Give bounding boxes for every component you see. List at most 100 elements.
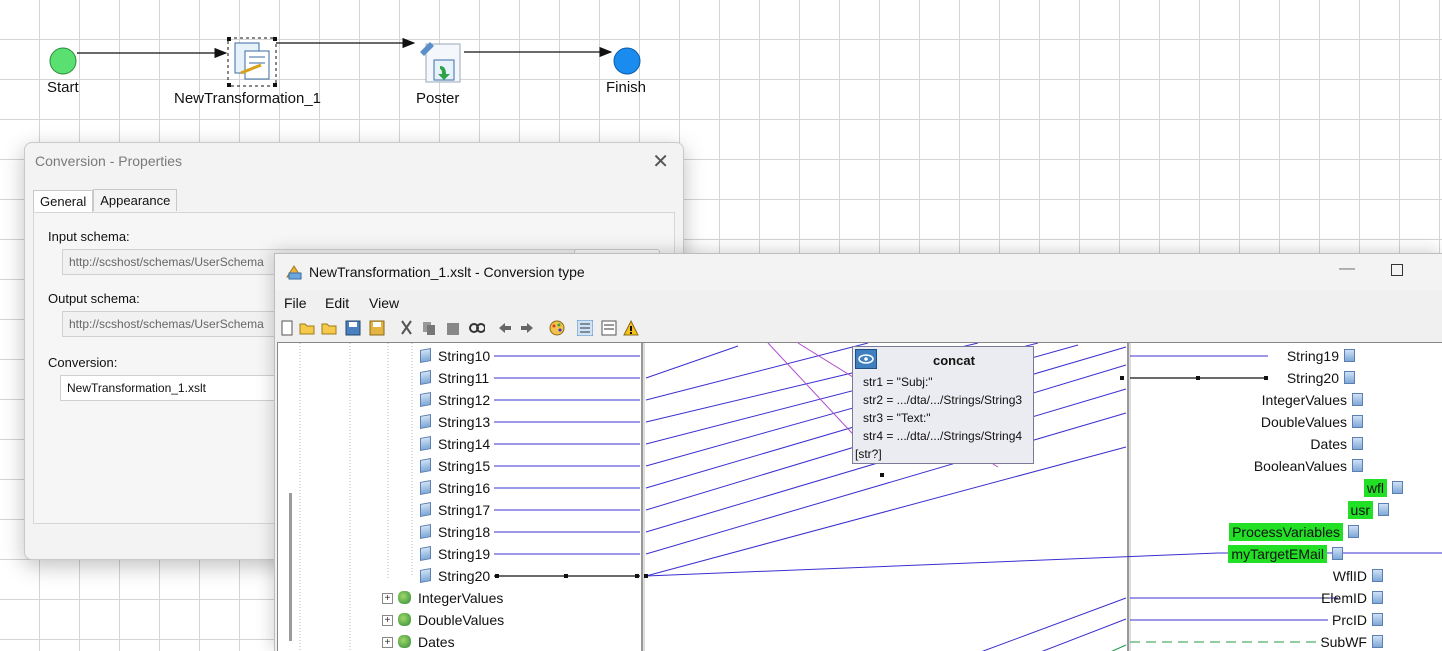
target-icon — [1372, 613, 1383, 626]
target-field-label[interactable]: usr — [1347, 501, 1373, 519]
target-field-label[interactable]: BooleanValues — [1254, 457, 1347, 475]
warning-icon[interactable] — [623, 320, 639, 336]
field-icon — [420, 524, 431, 539]
start-label: Start — [47, 79, 79, 96]
concat-param-4: str4 = .../dta/.../Strings/String4 — [863, 429, 1023, 443]
target-icon — [1352, 459, 1363, 472]
properties-tabs: General Appearance — [33, 189, 178, 212]
target-icon — [1392, 481, 1403, 494]
field-icon — [420, 370, 431, 385]
source-field-label[interactable]: String13 — [438, 413, 490, 431]
view-list-icon[interactable] — [601, 320, 617, 336]
target-icon — [1378, 503, 1389, 516]
group-icon — [398, 613, 411, 626]
conversion-titlebar: NewTransformation_1.xslt - Conversion ty… — [275, 254, 1442, 290]
cut-icon[interactable] — [399, 320, 415, 336]
source-field-label[interactable]: String18 — [438, 523, 490, 541]
menubar: File Edit View — [275, 292, 1442, 314]
conversion-window-title: NewTransformation_1.xslt - Conversion ty… — [309, 264, 585, 280]
view-tree-icon[interactable] — [577, 320, 593, 336]
redo-icon[interactable] — [519, 320, 535, 336]
concat-function-box[interactable]: concat str1 = "Subj:" str2 = .../dta/...… — [852, 346, 1034, 464]
group-icon — [398, 591, 411, 604]
find-icon[interactable] — [469, 320, 485, 336]
conversion-window: NewTransformation_1.xslt - Conversion ty… — [274, 253, 1442, 651]
field-icon — [420, 546, 431, 561]
open-icon[interactable] — [299, 320, 315, 336]
mapping-workarea[interactable]: String10 String11 String12 String13 String14… — [277, 342, 1442, 651]
properties-dialog-title: Conversion - Properties — [35, 153, 183, 169]
tab-general[interactable]: General — [33, 190, 94, 212]
target-field-label[interactable]: ElemID — [1321, 589, 1367, 607]
target-field-label[interactable]: String20 — [1287, 369, 1339, 387]
concat-title: concat — [933, 353, 975, 368]
source-field-label[interactable]: String19 — [438, 545, 490, 563]
poster-label: Poster — [416, 90, 460, 107]
new-icon[interactable] — [279, 320, 295, 336]
target-icon — [1332, 547, 1343, 560]
concat-param-3: str3 = "Text:" — [863, 411, 931, 425]
target-icon — [1352, 393, 1363, 406]
target-field-label[interactable]: ProcessVariables — [1229, 523, 1343, 541]
conversion-label: Conversion: — [48, 355, 118, 370]
source-field-label[interactable]: String10 — [438, 347, 490, 365]
source-field-label[interactable]: String14 — [438, 435, 490, 453]
finish-label: Finish — [606, 79, 647, 96]
maximize-icon[interactable] — [1391, 264, 1403, 276]
tab-appearance[interactable]: Appearance — [93, 189, 178, 211]
close-icon[interactable]: ✕ — [652, 149, 669, 174]
start-node[interactable] — [49, 47, 77, 80]
transformation-label: NewTransformation_1 — [174, 90, 322, 107]
source-field-label[interactable]: String20 — [438, 567, 490, 585]
source-field-label[interactable]: String16 — [438, 479, 490, 497]
concat-param-2: str2 = .../dta/.../Strings/String3 — [863, 393, 1023, 407]
save-icon[interactable] — [345, 320, 361, 336]
toolbar — [275, 316, 1442, 340]
target-field-label[interactable]: myTargetEMail — [1228, 545, 1327, 563]
input-schema-label: Input schema: — [48, 229, 130, 244]
target-field-label[interactable]: PrcID — [1332, 611, 1367, 629]
target-field-label[interactable]: wfl — [1363, 479, 1387, 497]
source-group-label[interactable]: Dates — [418, 633, 455, 651]
field-icon — [420, 348, 431, 363]
paste-icon[interactable] — [445, 320, 461, 336]
target-field-label[interactable]: String19 — [1287, 347, 1339, 365]
target-icon — [1352, 437, 1363, 450]
field-icon — [420, 436, 431, 451]
source-group-label[interactable]: IntegerValues — [418, 589, 503, 607]
menu-file[interactable]: File — [284, 295, 307, 311]
target-field-label[interactable]: DoubleValues — [1261, 413, 1347, 431]
open-folder-icon[interactable] — [321, 320, 337, 336]
source-field-label[interactable]: String11 — [438, 369, 489, 387]
expand-icon[interactable]: + — [382, 637, 393, 648]
source-field-label[interactable]: String17 — [438, 501, 490, 519]
group-icon — [398, 635, 411, 648]
finish-node[interactable] — [613, 47, 641, 80]
field-icon — [420, 502, 431, 517]
target-icon — [1344, 371, 1355, 384]
source-group-label[interactable]: DoubleValues — [418, 611, 504, 629]
palette-icon[interactable] — [549, 320, 565, 336]
undo-icon[interactable] — [497, 320, 513, 336]
target-icon — [1372, 635, 1383, 648]
expand-icon[interactable]: + — [382, 593, 393, 604]
transformation-node[interactable] — [227, 37, 277, 92]
menu-view[interactable]: View — [369, 295, 399, 311]
expand-icon[interactable]: + — [382, 615, 393, 626]
menu-edit[interactable]: Edit — [325, 295, 349, 311]
concat-param-1: str1 = "Subj:" — [863, 375, 933, 389]
source-field-label[interactable]: String12 — [438, 391, 490, 409]
source-field-label[interactable]: String15 — [438, 457, 490, 475]
target-field-label[interactable]: IntegerValues — [1262, 391, 1347, 409]
minimize-icon[interactable]: — — [1339, 260, 1355, 278]
output-schema-label: Output schema: — [48, 291, 140, 306]
target-icon — [1352, 415, 1363, 428]
target-icon — [1344, 349, 1355, 362]
save-all-icon[interactable] — [369, 320, 385, 336]
field-icon — [420, 480, 431, 495]
target-field-label[interactable]: WflID — [1333, 567, 1367, 585]
poster-node[interactable] — [416, 38, 464, 91]
target-field-label[interactable]: SubWF — [1320, 633, 1367, 651]
copy-icon[interactable] — [421, 320, 437, 336]
target-field-label[interactable]: Dates — [1310, 435, 1347, 453]
